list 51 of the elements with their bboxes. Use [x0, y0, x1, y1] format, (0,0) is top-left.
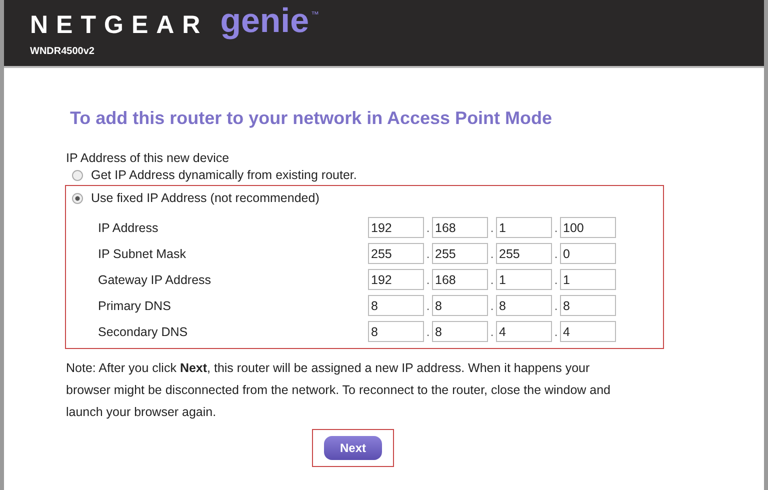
- octet-field[interactable]: 8: [496, 295, 552, 316]
- octet-field[interactable]: 0: [560, 243, 616, 264]
- page-title: To add this router to your network in Access Point Mode: [70, 108, 554, 129]
- next-button[interactable]: Next: [324, 436, 382, 460]
- option-label: Get IP Address dynamically from existing router.: [91, 168, 357, 182]
- separator-dot: .: [425, 324, 431, 338]
- field-label: IP Subnet Mask: [97, 246, 188, 260]
- separator-dot: .: [553, 272, 559, 286]
- octet-field[interactable]: 1: [496, 269, 552, 290]
- octet-field[interactable]: 100: [560, 217, 616, 238]
- separator-dot: .: [425, 220, 431, 234]
- field-label: Primary DNS: [97, 298, 172, 312]
- separator-dot: .: [425, 272, 431, 286]
- octet-field[interactable]: 1: [496, 217, 552, 238]
- octet-field[interactable]: 4: [560, 321, 616, 342]
- separator-dot: .: [489, 324, 495, 338]
- section-label: IP Address of this new device: [66, 151, 230, 165]
- field-label: Secondary DNS: [97, 324, 189, 338]
- octet-field[interactable]: 8: [560, 295, 616, 316]
- separator-dot: .: [425, 298, 431, 312]
- separator-dot: .: [489, 298, 495, 312]
- trademark: ™: [311, 10, 320, 19]
- octet-field[interactable]: 255: [432, 243, 488, 264]
- field-label: Gateway IP Address: [97, 272, 212, 286]
- octet-field[interactable]: 8: [368, 295, 424, 316]
- separator-dot: .: [553, 246, 559, 260]
- octet-field[interactable]: 168: [432, 217, 488, 238]
- separator-dot: .: [553, 298, 559, 312]
- octet-field[interactable]: 192: [368, 269, 424, 290]
- octet-field[interactable]: 255: [496, 243, 552, 264]
- model-name: WNDR4500v2: [30, 46, 96, 57]
- note-text: Note: After you click Next, this router will be assigned a new IP address. When it happens your browser might be disconnected from the network. To reconnect to the router, close the window and launch your browser again.: [66, 360, 612, 421]
- octet-field[interactable]: 8: [432, 321, 488, 342]
- separator-dot: .: [425, 246, 431, 260]
- octet-field[interactable]: 4: [496, 321, 552, 342]
- octet-field[interactable]: 192: [368, 217, 424, 238]
- octet-field[interactable]: 255: [368, 243, 424, 264]
- separator-dot: .: [489, 272, 495, 286]
- octet-field[interactable]: 168: [432, 269, 488, 290]
- radio-button[interactable]: [72, 170, 83, 180]
- separator-dot: .: [553, 220, 559, 234]
- brand-logo: NETGEAR: [30, 10, 208, 40]
- octet-field[interactable]: 8: [432, 295, 488, 316]
- octet-field[interactable]: 1: [560, 269, 616, 290]
- separator-dot: .: [553, 324, 559, 338]
- separator-dot: .: [489, 220, 495, 234]
- octet-field[interactable]: 8: [368, 321, 424, 342]
- option-label: Use fixed IP Address (not recommended): [91, 191, 320, 205]
- separator-dot: .: [489, 246, 495, 260]
- radio-button[interactable]: [72, 192, 83, 204]
- field-label: IP Address: [97, 220, 160, 234]
